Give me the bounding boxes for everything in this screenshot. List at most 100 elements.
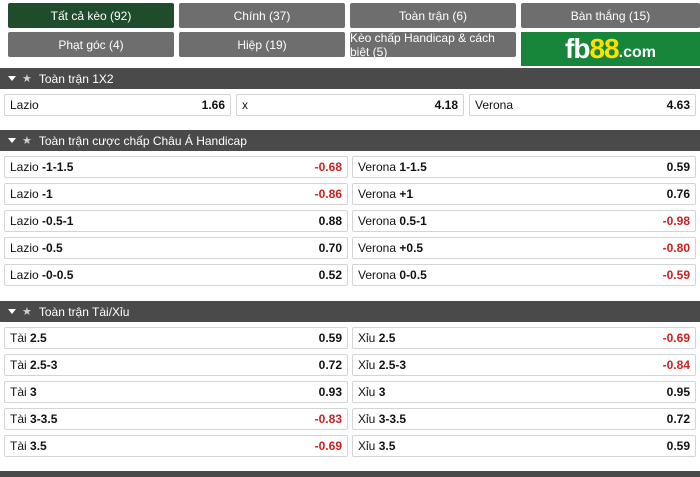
odds-label: Tài 3 <box>10 385 37 399</box>
odds-cell-left[interactable]: Lazio -0.5 0.70 <box>4 237 348 259</box>
odds-value: 0.76 <box>666 187 690 201</box>
team-name: Tài <box>10 331 27 345</box>
market-tabs: Tất cả kèo (92) Chính (37) Toàn trận (6)… <box>0 0 700 66</box>
handicap-line: 3-3.5 <box>378 412 407 426</box>
odds-value: 1.66 <box>201 98 225 112</box>
odds-label: Tài 2.5-3 <box>10 358 57 372</box>
section-header-handicap[interactable]: ★ Toàn trận cược chấp Châu Á Handicap <box>0 130 700 151</box>
odds-label: Tài 3-3.5 <box>10 412 57 426</box>
odds-value: -0.69 <box>662 331 690 345</box>
odds-cell-right[interactable]: Xỉu 3 0.95 <box>352 381 696 403</box>
odds-cell-left[interactable]: Lazio -0.5-1 0.88 <box>4 210 348 232</box>
handicap-line: -1 <box>42 187 53 201</box>
odds-label: Lazio -0.5-1 <box>10 214 73 228</box>
odds-label: Tài 3.5 <box>10 439 47 453</box>
team-name: Tài <box>10 439 27 453</box>
odds-label: Lazio -1-1.5 <box>10 160 73 174</box>
odds-label: Xỉu 3-3.5 <box>358 412 406 426</box>
odds-label: Xỉu 2.5 <box>358 331 395 345</box>
handicap-line: 2.5-3 <box>378 358 407 372</box>
odds-value: -0.68 <box>314 160 342 174</box>
odds-value: -0.84 <box>662 358 690 372</box>
odds-value: -0.80 <box>662 241 690 255</box>
tab-corners[interactable]: Phạt góc (4) <box>8 32 174 57</box>
odds-value: 4.63 <box>666 98 690 112</box>
odds-label: x <box>242 98 248 112</box>
odds-value: 0.93 <box>318 385 342 399</box>
tab-main[interactable]: Chính (37) <box>179 3 345 28</box>
team-name: Tài <box>10 412 27 426</box>
odds-cell-left[interactable]: Tài 3-3.5 -0.83 <box>4 408 348 430</box>
odds-value: 0.59 <box>318 331 342 345</box>
tab-handicap-margin[interactable]: Kèo chấp Handicap & cách biệt (5) <box>350 31 516 59</box>
handicap-line: +1 <box>399 187 414 201</box>
odds-label: Xỉu 2.5-3 <box>358 358 406 372</box>
section-title: Toàn trận 1X2 <box>38 71 114 86</box>
tab-all[interactable]: Tất cả kèo (92) <box>8 3 174 28</box>
odds-cell-right[interactable]: Verona +1 0.76 <box>352 183 696 205</box>
team-name: Xỉu <box>358 358 376 372</box>
team-name: Lazio <box>10 268 39 282</box>
team-name: Verona <box>358 214 397 228</box>
tab-full-match[interactable]: Toàn trận (6) <box>350 3 516 28</box>
odds-cell-right[interactable]: Xỉu 3.5 0.59 <box>352 435 696 457</box>
odds-cell-left[interactable]: Tài 3.5 -0.69 <box>4 435 348 457</box>
odds-cell-right[interactable]: Verona +0.5 -0.80 <box>352 237 696 259</box>
odds-value: -0.59 <box>662 268 690 282</box>
section-header-over-under[interactable]: ★ Toàn trận Tài/Xỉu <box>0 301 700 322</box>
star-icon[interactable]: ★ <box>22 305 32 318</box>
odds-cell-right[interactable]: Xỉu 2.5 -0.69 <box>352 327 696 349</box>
odds-cell-right[interactable]: Xỉu 3-3.5 0.72 <box>352 408 696 430</box>
odds-cell-left[interactable]: Tài 2.5 0.59 <box>4 327 348 349</box>
odds-cell-left[interactable]: Tài 2.5-3 0.72 <box>4 354 348 376</box>
handicap-line: 3.5 <box>30 439 47 453</box>
logo-text-88: 88 <box>589 33 619 64</box>
odds-label: Verona <box>475 98 514 112</box>
team-name: Lazio <box>10 214 39 228</box>
section-title: Toàn trận Tài/Xỉu <box>38 304 130 319</box>
odds-value: 0.72 <box>666 412 690 426</box>
odds-label: Lazio -0-0.5 <box>10 268 73 282</box>
odds-value: 0.72 <box>318 358 342 372</box>
handicap-line: 2.5-3 <box>30 358 58 372</box>
tab-halves[interactable]: Hiệp (19) <box>179 32 345 57</box>
odds-cell-verona-win[interactable]: Verona 4.63 <box>469 94 696 116</box>
team-name: Xỉu <box>358 331 376 345</box>
odds-label: Verona 0.5-1 <box>358 214 427 228</box>
team-name: Tài <box>10 385 27 399</box>
star-icon[interactable]: ★ <box>22 72 32 85</box>
odds-cell-left[interactable]: Lazio -1-1.5 -0.68 <box>4 156 348 178</box>
odds-label: Xỉu 3 <box>358 385 385 399</box>
odds-label: Verona 1-1.5 <box>358 160 427 174</box>
odds-cell-left[interactable]: Lazio -0-0.5 0.52 <box>4 264 348 286</box>
handicap-line: -0.5 <box>42 241 63 255</box>
next-section-header <box>0 471 700 477</box>
handicap-line: 0-0.5 <box>399 268 427 282</box>
odds-cell-lazio-win[interactable]: Lazio 1.66 <box>4 94 231 116</box>
team-name: Xỉu <box>358 385 376 399</box>
odds-value: 0.59 <box>666 160 690 174</box>
odds-value: 4.18 <box>434 98 458 112</box>
odds-cell-draw[interactable]: x 4.18 <box>236 94 464 116</box>
odds-cell-right[interactable]: Verona 1-1.5 0.59 <box>352 156 696 178</box>
odds-value: -0.83 <box>314 412 342 426</box>
caret-down-icon <box>8 76 16 81</box>
odds-cell-right[interactable]: Xỉu 2.5-3 -0.84 <box>352 354 696 376</box>
caret-down-icon <box>8 309 16 314</box>
odds-label: Xỉu 3.5 <box>358 439 395 453</box>
odds-cell-left[interactable]: Lazio -1 -0.86 <box>4 183 348 205</box>
handicap-line: +0.5 <box>399 241 424 255</box>
handicap-line: 3 <box>30 385 37 399</box>
tab-goals[interactable]: Bàn thắng (15) <box>521 3 700 28</box>
odds-label: Verona 0-0.5 <box>358 268 427 282</box>
odds-value: 0.52 <box>318 268 342 282</box>
logo-text-domain: .com <box>618 44 656 61</box>
odds-cell-right[interactable]: Verona 0-0.5 -0.59 <box>352 264 696 286</box>
odds-cell-right[interactable]: Verona 0.5-1 -0.98 <box>352 210 696 232</box>
odds-cell-left[interactable]: Tài 3 0.93 <box>4 381 348 403</box>
section-header-1x2[interactable]: ★ Toàn trận 1X2 <box>0 68 700 89</box>
star-icon[interactable]: ★ <box>22 134 32 147</box>
team-name: Verona <box>358 187 397 201</box>
handicap-line: -0.5-1 <box>42 214 74 228</box>
odds-label: Tài 2.5 <box>10 331 47 345</box>
